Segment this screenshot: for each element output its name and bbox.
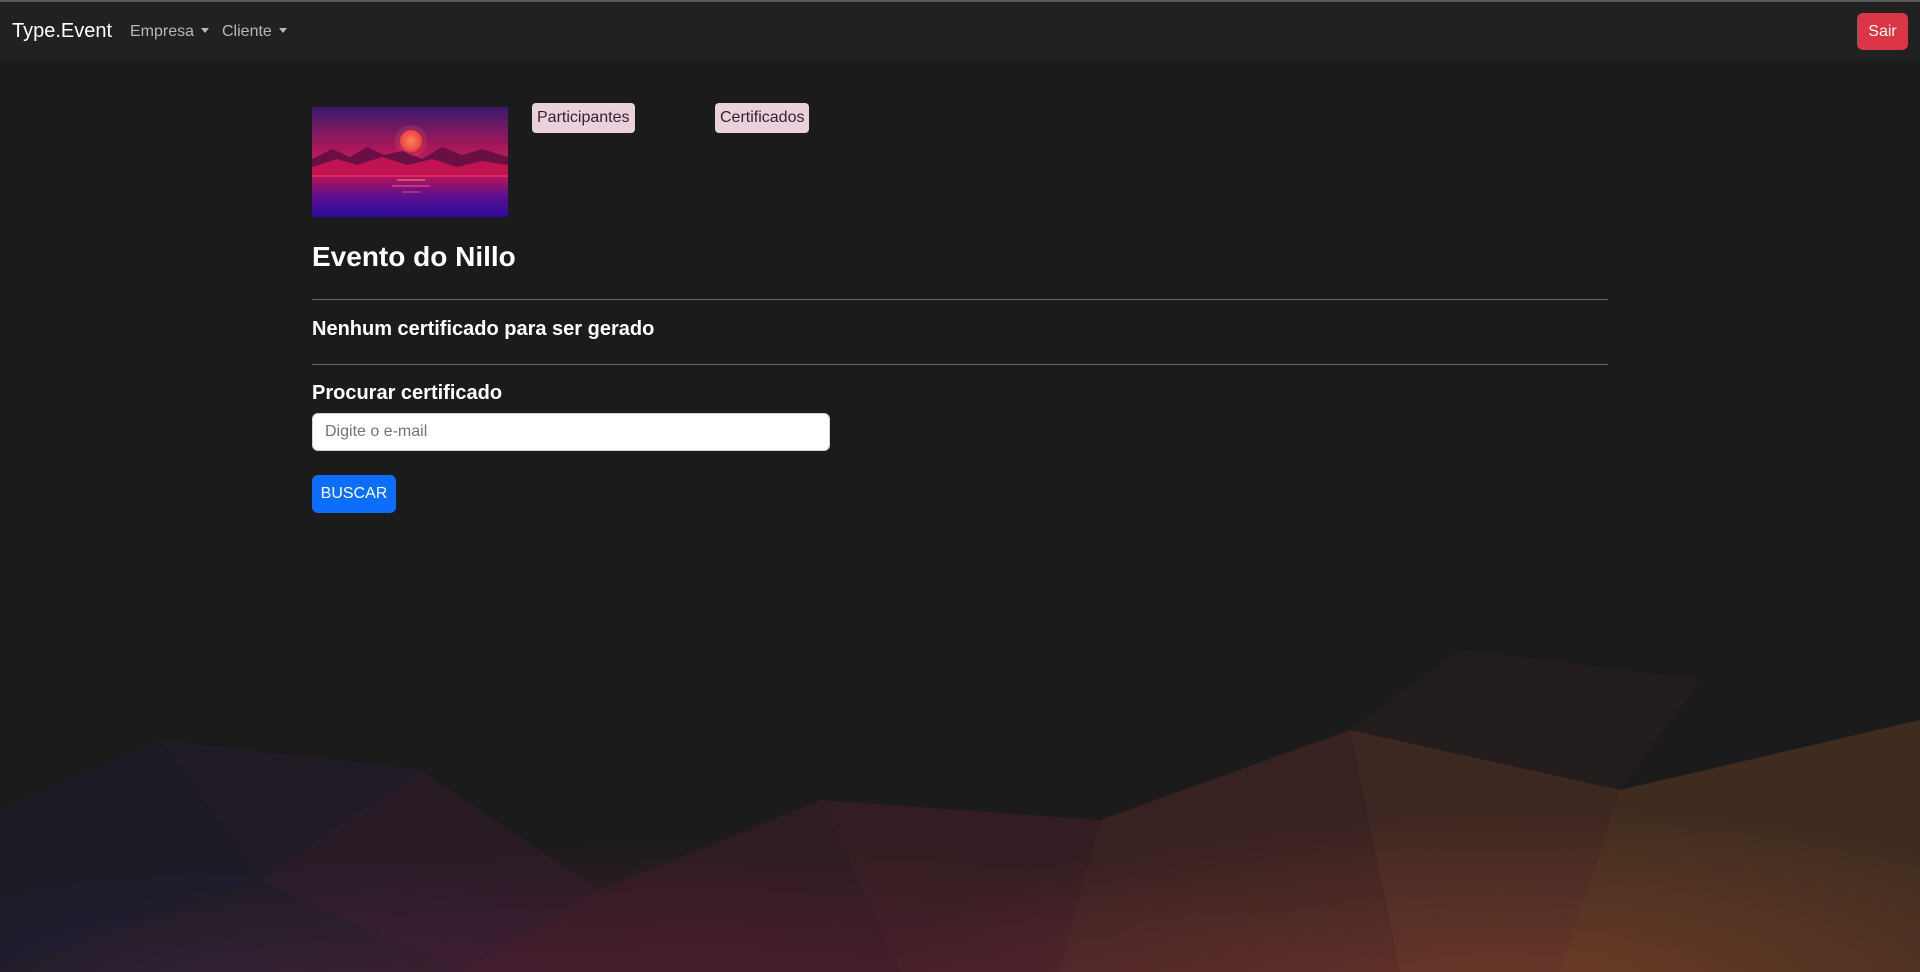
nav-dropdown-cliente[interactable]: Cliente <box>222 23 287 41</box>
email-search-input[interactable] <box>312 413 830 451</box>
caret-down-icon <box>278 28 287 34</box>
search-certificate-heading: Procurar certificado <box>312 382 503 404</box>
event-banner-image <box>312 107 508 217</box>
event-title: Evento do Nillo <box>312 241 516 272</box>
divider <box>312 364 1608 365</box>
background-low-poly-pattern <box>0 650 1920 972</box>
page: Type.Event Empresa Cliente Sair Particip… <box>0 0 1920 972</box>
event-banner-moon-sunset-image <box>312 107 508 217</box>
background-glow <box>0 560 1920 972</box>
divider <box>312 299 1608 300</box>
nav-dropdown-cliente-label: Cliente <box>222 23 272 40</box>
logout-button[interactable]: Sair <box>1857 13 1908 50</box>
nav-dropdown-empresa[interactable]: Empresa <box>130 23 210 41</box>
participantes-button[interactable]: Participantes <box>532 103 635 133</box>
top-navbar: Type.Event Empresa Cliente Sair <box>0 0 1920 60</box>
no-certificates-message: Nenhum certificado para ser gerado <box>312 318 655 340</box>
search-button[interactable]: BUSCAR <box>312 475 396 513</box>
brand-link[interactable]: Type.Event <box>12 20 112 43</box>
certificados-button[interactable]: Certificados <box>715 103 810 133</box>
nav-dropdown-empresa-label: Empresa <box>130 23 195 40</box>
caret-down-icon <box>201 28 210 34</box>
